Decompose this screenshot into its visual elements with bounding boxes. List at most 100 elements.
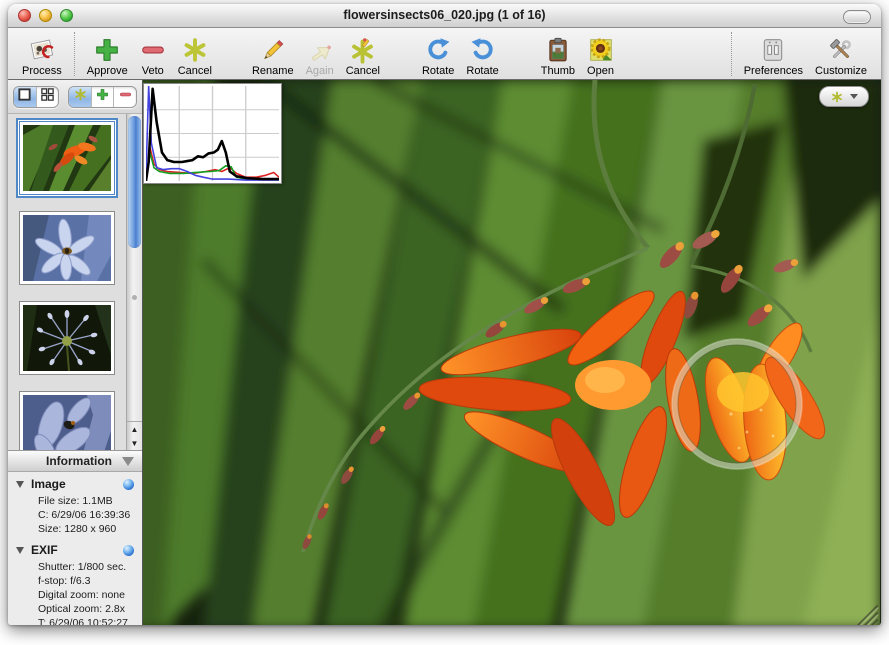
asterisk-icon <box>74 88 87 106</box>
thumbnail-selected[interactable] <box>19 121 115 195</box>
rotate-ccw-label: Rotate <box>466 65 498 77</box>
grid-view-segment[interactable] <box>37 87 59 107</box>
mark-dropdown-button[interactable] <box>819 86 869 107</box>
chevron-down-icon <box>850 94 858 99</box>
image-section-title: Image <box>31 477 66 491</box>
plus-icon <box>96 88 109 106</box>
thumbnail[interactable] <box>19 391 115 450</box>
thumbnail-image-agapanthus-bee <box>23 215 111 281</box>
view-mode-control <box>13 86 59 108</box>
approve-button[interactable]: Approve <box>81 31 134 77</box>
image-section-lines: File size: 1.1MB C: 6/29/06 16:39:36 Siz… <box>38 494 134 536</box>
cancel-button[interactable]: Cancel <box>172 31 218 77</box>
file-size-line: File size: 1.1MB <box>38 494 134 508</box>
thumbnail-image-agapanthus-fly <box>23 395 111 450</box>
title-bar[interactable]: flowersinsects06_020.jpg (1 of 16) <box>8 4 881 28</box>
digital-zoom-line: Digital zoom: none <box>38 588 134 602</box>
rotate-cw-label: Rotate <box>422 65 454 77</box>
rename-label: Rename <box>252 65 294 77</box>
rename-button[interactable]: Rename <box>246 31 300 77</box>
process-icon <box>28 35 56 65</box>
grid-view-icon <box>40 87 55 107</box>
information-panel: Information Image File size: 1.1MB C: 6/… <box>8 450 142 625</box>
information-header[interactable]: Information <box>8 451 142 472</box>
approve-plus-icon <box>94 35 120 65</box>
image-section-header[interactable]: Image <box>16 477 134 491</box>
disclosure-triangle-icon[interactable] <box>16 547 24 554</box>
cancel-edit-icon <box>349 35 376 65</box>
toolbar-separator <box>731 32 732 76</box>
again-arrow-icon <box>306 35 333 65</box>
open-sunflower-icon <box>588 35 614 65</box>
disclosure-triangle-icon[interactable] <box>16 481 24 488</box>
scroll-up-arrow-icon[interactable]: ▲ <box>127 422 142 436</box>
scroll-down-arrow-icon[interactable]: ▼ <box>127 436 142 450</box>
customize-label: Customize <box>815 65 867 77</box>
thumb-label: Thumb <box>541 65 575 77</box>
open-button[interactable]: Open <box>581 31 620 77</box>
neutral-segment[interactable] <box>69 87 92 107</box>
thumbnail[interactable] <box>19 211 115 285</box>
veto-label: Veto <box>142 65 164 77</box>
scrollbar-arrows: ▲ ▼ <box>127 421 142 450</box>
app-window: flowersinsects06_020.jpg (1 of 16) Proce… <box>8 4 881 625</box>
preferences-icon <box>760 35 786 65</box>
content-area: ▲ ▼ Information Image File s <box>8 80 881 625</box>
exif-section-header[interactable]: EXIF <box>16 543 134 557</box>
shutter-line: Shutter: 1/800 sec. <box>38 560 134 574</box>
thumb-button[interactable]: Thumb <box>535 31 581 77</box>
cancel-edit-label: Cancel <box>346 65 380 77</box>
created-line: C: 6/29/06 16:39:36 <box>38 508 134 522</box>
again-label: Again <box>306 65 334 77</box>
thumbnail-scrollbar[interactable]: ▲ ▼ <box>126 114 142 450</box>
process-label: Process <box>22 65 62 77</box>
toolbar-separator <box>74 32 75 76</box>
panel-collapse-icon[interactable] <box>122 457 134 466</box>
thumbnail-image-bud-starburst <box>23 305 111 371</box>
approve-label: Approve <box>87 65 128 77</box>
exif-section-lines: Shutter: 1/800 sec. f-stop: f/6.3 Digita… <box>38 560 134 625</box>
sidebar-controls <box>8 80 142 114</box>
fstop-line: f-stop: f/6.3 <box>38 574 134 588</box>
exif-section-title: EXIF <box>31 543 58 557</box>
thumbnail-image-crocosmia <box>23 125 111 191</box>
veto-minus-icon <box>140 35 166 65</box>
time-line: T: 6/29/06 10:52:27 <box>38 616 134 625</box>
single-view-segment[interactable] <box>14 87 37 107</box>
section-orb-icon[interactable] <box>123 545 134 556</box>
cancel-edit-button[interactable]: Cancel <box>340 31 386 77</box>
approve-segment[interactable] <box>92 87 115 107</box>
main-image-area[interactable] <box>143 80 881 625</box>
window-title: flowersinsects06_020.jpg (1 of 16) <box>8 8 881 22</box>
exif-section: EXIF Shutter: 1/800 sec. f-stop: f/6.3 D… <box>8 538 142 625</box>
single-view-icon <box>17 87 32 107</box>
thumbnail[interactable] <box>19 301 115 375</box>
dimensions-line: Size: 1280 x 960 <box>38 522 134 536</box>
toolbar-toggle-button[interactable] <box>843 10 871 24</box>
rotate-ccw-icon <box>470 35 496 65</box>
preferences-button[interactable]: Preferences <box>738 31 809 77</box>
cancel-asterisk-icon <box>182 35 208 65</box>
scrollbar-thumb[interactable] <box>128 116 141 248</box>
cancel-label: Cancel <box>178 65 212 77</box>
optical-zoom-line: Optical zoom: 2.8x <box>38 602 134 616</box>
asterisk-icon <box>831 91 843 103</box>
veto-button[interactable]: Veto <box>134 31 172 77</box>
customize-tools-icon <box>828 35 854 65</box>
thumbnail-list <box>8 114 126 450</box>
process-button[interactable]: Process <box>16 31 68 77</box>
rotate-cw-icon <box>425 35 451 65</box>
scrollbar-track-dot <box>132 295 137 300</box>
rename-pencil-icon <box>259 35 286 65</box>
section-orb-icon[interactable] <box>123 479 134 490</box>
information-title: Information <box>46 454 112 468</box>
histogram-chart <box>146 86 279 181</box>
again-button: Again <box>300 31 340 77</box>
rotate-ccw-button[interactable]: Rotate <box>460 31 504 77</box>
customize-button[interactable]: Customize <box>809 31 873 77</box>
rotate-cw-button[interactable]: Rotate <box>416 31 460 77</box>
veto-segment[interactable] <box>114 87 136 107</box>
minus-icon <box>119 88 132 106</box>
histogram-panel <box>143 83 282 184</box>
image-section: Image File size: 1.1MB C: 6/29/06 16:39:… <box>8 472 142 538</box>
